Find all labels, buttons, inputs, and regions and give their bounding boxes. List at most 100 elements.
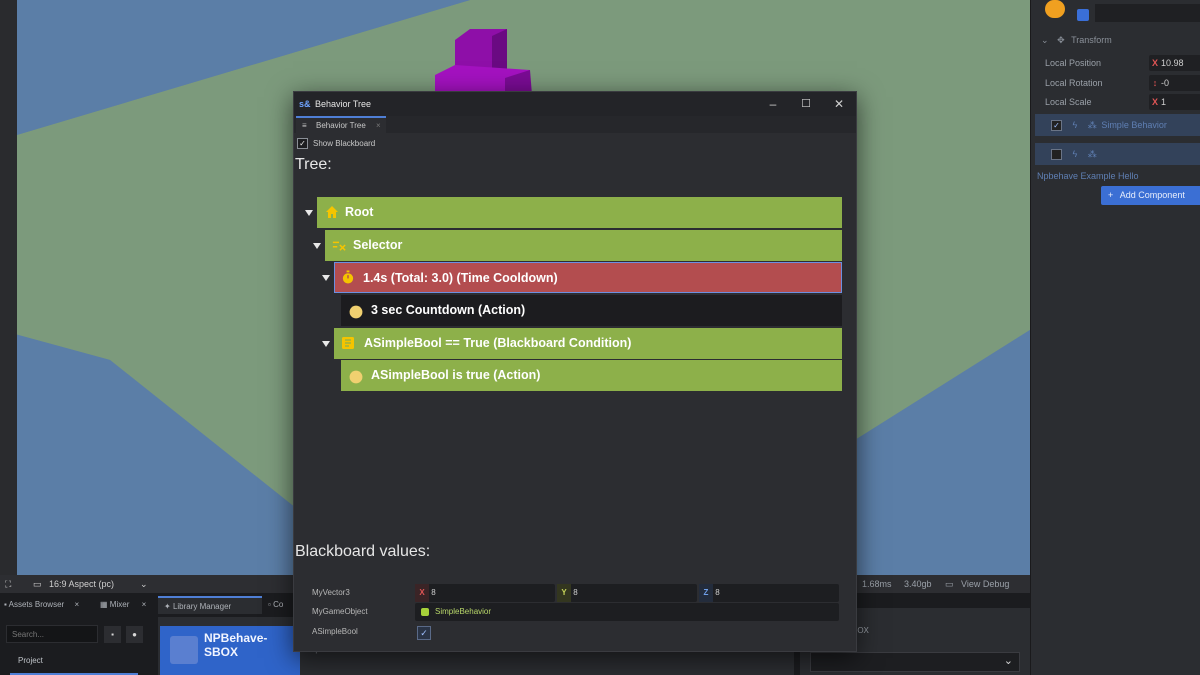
puzzle-icon: ✦ [164, 602, 171, 611]
rotation-axis-icon: ↕ [1152, 78, 1158, 88]
side-select[interactable]: ⌄ [810, 652, 1020, 672]
local-rotation-label: Local Rotation [1045, 78, 1103, 88]
add-component-button[interactable]: + Add Component [1101, 186, 1200, 205]
field-value: SimpleBehavior [435, 607, 492, 616]
minimize-button[interactable]: – [756, 92, 790, 116]
library-card[interactable]: NPBehave-SBOX [160, 626, 300, 675]
chevron-down-icon: ⌄ [1041, 35, 1049, 45]
tab-behavior-tree[interactable]: ≡ Behavior Tree × [296, 116, 386, 133]
node-blackboard-condition[interactable]: ASimpleBool == True (Blackboard Conditio… [334, 328, 842, 359]
tab-console[interactable]: ▫ Co [268, 596, 283, 614]
vector-y-field[interactable]: Y 8 [557, 584, 697, 602]
tab-label: Library Manager [172, 602, 232, 611]
close-button[interactable]: ✕ [822, 92, 856, 116]
sbox-logo-icon: s& [299, 99, 311, 109]
component-enabled-checkbox[interactable]: ✓ [1051, 120, 1062, 132]
add-component-label: Add Component [1119, 190, 1185, 200]
library-title: NPBehave-SBOX [204, 631, 268, 659]
aspect-icon: ▭ [33, 579, 42, 589]
node-countdown-action[interactable]: 3 sec Countdown (Action) [341, 295, 842, 326]
node-label: 3 sec Countdown (Action) [371, 303, 526, 317]
local-position-field[interactable]: X 10.98 [1149, 55, 1200, 71]
window-title: Behavior Tree [315, 99, 372, 109]
document-icon: ▫ [268, 600, 271, 609]
selector-icon [332, 241, 346, 251]
blackboard-heading: Blackboard values: [295, 543, 431, 560]
close-icon[interactable]: × [376, 118, 381, 133]
bolt-icon: ϟ [1072, 120, 1078, 130]
tab-mixer[interactable]: ▦ Mixer × [100, 596, 146, 614]
field-value: 8 [715, 588, 720, 597]
asimplebool-checkbox[interactable]: ✓ [417, 626, 431, 640]
transform-title: Transform [1071, 35, 1112, 45]
plus-icon: + [1108, 190, 1114, 200]
vector-x-field[interactable]: X 8 [415, 584, 555, 602]
chevron-down-icon: ⌄ [1003, 655, 1013, 667]
component-label: Simple Behavior [1101, 120, 1167, 130]
action-dot-icon [349, 305, 363, 319]
expand-triangle-icon[interactable] [322, 275, 330, 281]
field-value: 8 [573, 588, 578, 597]
tab-label: Co [273, 600, 284, 609]
frame-time: 1.68ms [862, 579, 892, 589]
show-blackboard-checkbox[interactable]: ✓ [297, 138, 308, 149]
gameobject-field[interactable]: SimpleBehavior [415, 603, 839, 621]
tab-library-manager[interactable]: ✦ Library Manager [158, 596, 262, 614]
fullscreen-icon[interactable]: ⛶ [5, 575, 11, 593]
blackboard-key-mygameobject: MyGameObject [312, 607, 368, 616]
node-selector[interactable]: Selector [325, 230, 842, 261]
mixer-icon: ▦ [100, 600, 108, 609]
field-value: 1 [1161, 97, 1167, 107]
folder-icon[interactable]: ▪ [104, 626, 121, 643]
name-field[interactable] [1095, 4, 1200, 22]
inspector-panel: ⌄ ✥ Transform Local Position X 10.98 Loca… [1030, 0, 1200, 675]
visibility-icon[interactable] [1077, 9, 1089, 21]
tab-label: Assets Browser [8, 600, 65, 609]
expand-triangle-icon[interactable] [305, 210, 313, 216]
behavior-tree-window: s& Behavior Tree – ☐ ✕ ≡ Behavior Tree ×… [293, 91, 857, 652]
node-label: Root [345, 205, 374, 219]
field-value: -0 [1161, 78, 1170, 88]
tree-heading: Tree: [295, 156, 332, 173]
search-input[interactable]: Search... [6, 625, 98, 643]
axis-label: Y [557, 584, 571, 602]
show-blackboard-label: Show Blackboard [313, 139, 376, 148]
aspect-select[interactable]: 16:9 Aspect (pc) [49, 575, 114, 593]
vector-z-field[interactable]: Z 8 [699, 584, 839, 602]
maximize-button[interactable]: ☐ [789, 92, 823, 116]
monitor-icon: ▭ [945, 579, 954, 589]
node-label: 1.4s (Total: 3.0) (Time Cooldown) [363, 271, 558, 285]
node-simplebool-action[interactable]: ASimpleBool is true (Action) [341, 360, 842, 391]
tab-label: Behavior Tree [316, 121, 366, 130]
node-root[interactable]: Root [317, 197, 842, 228]
local-scale-field[interactable]: X1 [1149, 94, 1200, 110]
close-icon[interactable]: × [74, 600, 79, 609]
component-simple-behavior[interactable]: ✓ ϟ ⁂ Simple Behavior [1035, 114, 1200, 136]
node-label: ASimpleBool is true (Action) [371, 368, 541, 382]
component-label: Npbehave Example Hello [1037, 171, 1139, 181]
viewport-left-border [0, 0, 17, 575]
transform-header[interactable]: ⌄ ✥ Transform [1041, 33, 1112, 47]
tab-assets-browser[interactable]: ▪ Assets Browser × [4, 596, 79, 614]
component-npbehave-example[interactable]: ϟ ⁂ Npbehave Example Hello [1035, 143, 1200, 181]
expand-triangle-icon[interactable] [322, 341, 330, 347]
local-position-label: Local Position [1045, 58, 1102, 68]
action-dot-icon [349, 370, 363, 384]
chevron-down-icon[interactable]: ⌄ [140, 575, 148, 593]
avatar [1045, 0, 1065, 18]
settings-icon[interactable]: ● [126, 626, 143, 643]
component-enabled-checkbox[interactable] [1051, 149, 1062, 161]
expand-triangle-icon[interactable] [313, 243, 321, 249]
home-icon [326, 206, 338, 218]
view-mode-select[interactable]: View Debug [961, 575, 1009, 593]
component-icon: ⁂ [1087, 120, 1097, 130]
memory-usage: 3.40gb [904, 579, 932, 589]
close-icon[interactable]: × [142, 600, 147, 609]
tree-item-project[interactable]: Project [18, 656, 43, 665]
local-rotation-field[interactable]: ↕ -0 [1149, 75, 1200, 91]
node-time-cooldown[interactable]: 1.4s (Total: 3.0) (Time Cooldown) [334, 262, 842, 293]
gameobject-icon [421, 608, 429, 616]
package-thumbnail [170, 636, 198, 664]
window-titlebar[interactable]: s& Behavior Tree – ☐ ✕ [294, 92, 856, 116]
folder-icon: ▪ [4, 600, 7, 609]
